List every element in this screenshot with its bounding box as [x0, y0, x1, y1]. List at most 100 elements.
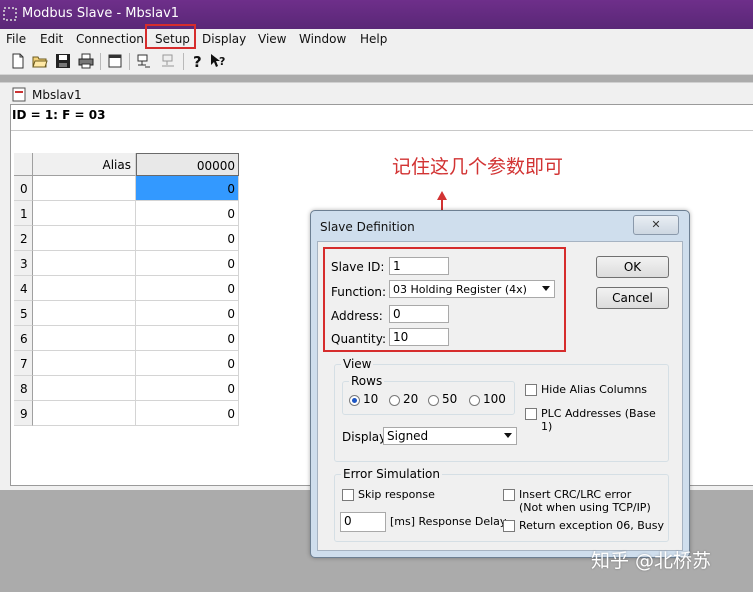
print-icon[interactable]: [78, 53, 94, 69]
alias-cell[interactable]: [33, 401, 136, 426]
row-header: 2: [14, 226, 33, 251]
row-header: 6: [14, 326, 33, 351]
plc-addresses-checkbox[interactable]: [525, 408, 537, 420]
menu-help[interactable]: Help: [360, 32, 387, 46]
register-value: 0: [227, 407, 235, 421]
toolbar-separator: [100, 53, 101, 70]
menu-connection[interactable]: Connection: [76, 32, 144, 46]
close-button[interactable]: ✕: [633, 215, 679, 235]
chevron-down-icon: [504, 433, 512, 438]
alias-cell[interactable]: [33, 376, 136, 401]
save-icon[interactable]: [55, 53, 71, 69]
help-icon[interactable]: ?: [189, 53, 205, 69]
register-value: 0: [227, 332, 235, 346]
dialog-body: Slave ID: 1 Function: 03 Holding Registe…: [317, 241, 683, 551]
hide-alias-label: Hide Alias Columns: [541, 383, 648, 396]
insert-crc-sublabel: (Not when using TCP/IP): [519, 501, 651, 514]
register-value-cell[interactable]: 0: [136, 226, 239, 251]
alias-cell[interactable]: [33, 201, 136, 226]
error-simulation-title: Error Simulation: [341, 467, 442, 481]
toolbar-separator: [129, 53, 130, 70]
window-title: Modbus Slave - Mbslav1: [22, 6, 180, 21]
alias-cell[interactable]: [33, 251, 136, 276]
params-highlight-box: [323, 247, 566, 352]
alias-cell[interactable]: [33, 276, 136, 301]
alias-cell[interactable]: [33, 326, 136, 351]
alias-cell[interactable]: [33, 226, 136, 251]
row-header: 1: [14, 201, 33, 226]
row-index: 9: [20, 407, 28, 421]
rows-50-label: 50: [442, 392, 458, 406]
register-value: 0: [227, 182, 235, 196]
ok-button[interactable]: OK: [596, 256, 669, 278]
insert-crc-checkbox[interactable]: [503, 489, 515, 501]
menu-edit[interactable]: Edit: [40, 32, 63, 46]
row-header: 4: [14, 276, 33, 301]
slave-id-line: ID = 1: F = 03: [12, 108, 106, 122]
document-icon: [12, 87, 26, 102]
register-value-cell[interactable]: 0: [136, 276, 239, 301]
rows-group: Rows 10 20 50 100: [342, 374, 515, 415]
slave-definition-dialog: Slave Definition ✕ Slave ID: 1 Function:…: [310, 210, 690, 558]
skip-response-label: Skip response: [358, 488, 435, 501]
register-value: 0: [227, 282, 235, 296]
return-exception-checkbox[interactable]: [503, 520, 515, 532]
context-help-icon[interactable]: ?: [210, 53, 226, 69]
rows-group-title: Rows: [349, 374, 385, 388]
menu-display[interactable]: Display: [202, 32, 246, 46]
row-index: 7: [20, 357, 28, 371]
register-value: 0: [227, 307, 235, 321]
svg-text:?: ?: [193, 53, 202, 69]
menu-window[interactable]: Window: [299, 32, 346, 46]
register-value: 0: [227, 357, 235, 371]
alias-header-label: Alias: [102, 158, 131, 172]
menu-file[interactable]: File: [6, 32, 26, 46]
alias-cell[interactable]: [33, 176, 136, 201]
register-value: 0: [227, 232, 235, 246]
alias-column-header[interactable]: Alias: [33, 153, 136, 176]
row-index: 2: [20, 232, 28, 246]
skip-response-checkbox[interactable]: [342, 489, 354, 501]
connect-icon[interactable]: [136, 53, 152, 69]
menu-view[interactable]: View: [258, 32, 286, 46]
rows-100-radio[interactable]: [469, 395, 480, 406]
hide-alias-checkbox[interactable]: [525, 384, 537, 396]
rows-50-radio[interactable]: [428, 395, 439, 406]
disconnect-icon[interactable]: [160, 53, 176, 69]
row-header: 9: [14, 401, 33, 426]
response-delay-field[interactable]: 0: [340, 512, 386, 532]
rows-10-radio[interactable]: [349, 395, 360, 406]
display-select[interactable]: Signed: [383, 427, 517, 445]
row-index: 8: [20, 382, 28, 396]
menu-bar: File Edit Connection Setup Display View …: [0, 24, 753, 49]
register-value-cell[interactable]: 0: [136, 201, 239, 226]
plc-addresses-label: PLC Addresses (Base 1): [541, 407, 656, 433]
rows-20-radio[interactable]: [389, 395, 400, 406]
alias-cell[interactable]: [33, 301, 136, 326]
new-icon[interactable]: [10, 53, 26, 69]
response-delay-label: [ms] Response Delay: [390, 515, 507, 528]
row-index: 1: [20, 207, 28, 221]
rows-100-label: 100: [483, 392, 506, 406]
annotation-text: 记住这几个参数即可: [392, 156, 564, 178]
setup-highlight-box: [145, 24, 196, 49]
open-icon[interactable]: [32, 53, 48, 69]
register-value-cell[interactable]: 0: [136, 176, 239, 201]
toolbar: ? ?: [0, 49, 753, 75]
cancel-button[interactable]: Cancel: [596, 287, 669, 309]
register-value-cell[interactable]: 0: [136, 351, 239, 376]
child-window-title: Mbslav1: [32, 88, 82, 102]
register-value-cell[interactable]: 0: [136, 401, 239, 426]
window-icon[interactable]: [107, 53, 123, 69]
alias-cell[interactable]: [33, 351, 136, 376]
view-group: View Rows 10 20 50 100 Hide Alias Column…: [334, 357, 669, 462]
rows-10-label: 10: [363, 392, 379, 406]
title-bar: Modbus Slave - Mbslav1: [0, 0, 753, 29]
register-value-cell[interactable]: 0: [136, 251, 239, 276]
register-value-cell[interactable]: 0: [136, 301, 239, 326]
register-value: 0: [227, 257, 235, 271]
register-value-cell[interactable]: 0: [136, 376, 239, 401]
register-value-cell[interactable]: 0: [136, 326, 239, 351]
address-column-header[interactable]: 00000: [136, 153, 239, 176]
row-index: 4: [20, 282, 28, 296]
